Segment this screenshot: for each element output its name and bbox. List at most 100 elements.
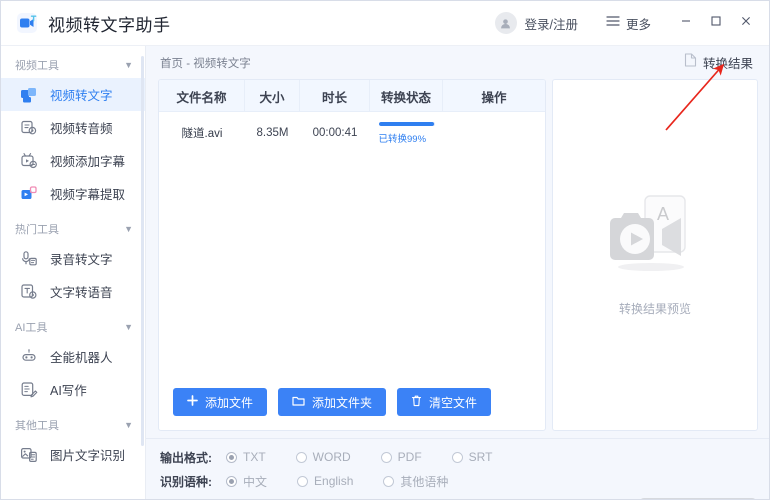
radio-language-english[interactable]: English	[297, 474, 353, 488]
breadcrumb-row: 首页 - 视频转文字 转换结果	[146, 46, 769, 79]
sidebar-item-label: 图片文字识别	[50, 449, 126, 463]
output-format-label: 输出格式:	[160, 450, 212, 465]
radio-dot-icon	[380, 451, 392, 463]
sidebar-item-robot[interactable]: 全能机器人	[1, 340, 145, 373]
language-label: 识别语种:	[160, 474, 212, 489]
audio-to-text-icon	[19, 249, 39, 269]
sidebar-scrollbar[interactable]	[141, 56, 144, 446]
cell-duration: 00:00:41	[312, 127, 358, 139]
conversion-result-link[interactable]: 转换结果	[684, 53, 753, 72]
radio-format-txt[interactable]: TXT	[226, 450, 266, 464]
options-area: 输出格式: TXT WORD PDF SRT 识别语种: 中文 English …	[146, 438, 769, 500]
chevron-down-icon: ▼	[124, 420, 133, 430]
titlebar-right-controls: 登录/注册 更多	[494, 1, 770, 46]
cell-action	[443, 112, 545, 154]
sidebar-item-video-to-text[interactable]: 视频转文字	[1, 78, 145, 111]
radio-scene-video-course[interactable]: 视频课程	[368, 497, 433, 500]
sidebar-group-popular-tools[interactable]: 热门工具 ▼	[1, 216, 145, 242]
progress-bar-fill	[378, 121, 434, 126]
radio-scene-ecommerce-ad[interactable]: 电商广告	[498, 497, 563, 500]
radio-label: TXT	[243, 450, 266, 464]
clear-files-button[interactable]: 清空文件	[397, 388, 492, 416]
table-row[interactable]: 隧道.avi 8.35M 00:00:41 已转换99%	[159, 112, 545, 154]
radio-scene-short-video[interactable]: 短视频	[303, 497, 356, 500]
chevron-down-icon: ▼	[124, 60, 133, 70]
robot-icon	[19, 347, 39, 367]
radio-format-pdf[interactable]: PDF	[380, 450, 422, 464]
sidebar-item-text-to-speech[interactable]: 文字转语音	[1, 275, 145, 308]
radio-label: 电影	[462, 497, 486, 500]
radio-dot-icon	[297, 475, 309, 487]
folder-icon	[292, 395, 305, 409]
output-format-row: 输出格式: TXT WORD PDF SRT	[160, 446, 769, 468]
sidebar: 视频工具 ▼ 视频转文字 视频转音频 视频添加字幕 视频字幕提取 热门工具 ▼ …	[1, 46, 146, 499]
radio-scene-news[interactable]: 新闻报道	[575, 497, 640, 500]
title-bar: 视频转文字助手 登录/注册 更多	[1, 1, 770, 46]
sidebar-item-image-ocr[interactable]: 图片文字识别	[1, 438, 145, 471]
user-avatar-icon	[494, 12, 517, 34]
add-folder-button[interactable]: 添加文件夹	[278, 388, 387, 416]
add-folder-label: 添加文件夹	[312, 395, 373, 410]
file-name-text: 隧道.avi	[181, 128, 223, 140]
more-label: 更多	[625, 17, 651, 32]
panels-area: 文件名称 大小 时长 转换状态 操作 隧道.avi 8.35M 00:00:41	[158, 79, 758, 431]
sidebar-item-label: 录音转文字	[50, 253, 113, 267]
progress-wrapper: 已转换99%	[378, 121, 435, 145]
sidebar-item-video-to-audio[interactable]: 视频转音频	[1, 111, 145, 144]
column-header-status: 转换状态	[370, 80, 443, 112]
radio-label: 短视频	[320, 497, 356, 500]
radio-format-word[interactable]: WORD	[295, 450, 351, 464]
app-logo-icon	[15, 11, 39, 35]
sidebar-item-label: 视频字幕提取	[50, 188, 126, 202]
radio-language-other[interactable]: 其他语种	[383, 473, 448, 490]
cell-filename: 隧道.avi	[159, 112, 245, 154]
progress-bar	[378, 121, 435, 126]
ai-writing-icon	[19, 380, 39, 400]
radio-scene-movie[interactable]: 电影	[445, 497, 486, 500]
radio-format-srt[interactable]: SRT	[451, 450, 492, 464]
radio-label: 电商广告	[515, 497, 563, 500]
cell-status: 已转换99%	[370, 112, 443, 154]
sidebar-item-audio-to-text[interactable]: 录音转文字	[1, 242, 145, 275]
account-label: 登录/注册	[524, 17, 578, 32]
sidebar-item-label: 文字转语音	[50, 286, 113, 300]
column-header-action: 操作	[481, 90, 507, 105]
sidebar-group-other-tools[interactable]: 其他工具 ▼	[1, 412, 145, 438]
document-icon	[684, 53, 697, 72]
cell-size: 8.35M	[256, 127, 289, 139]
close-button[interactable]	[731, 8, 761, 38]
more-button[interactable]: 更多	[606, 14, 651, 33]
radio-label: 视频课程	[385, 497, 433, 500]
radio-scene-general[interactable]: 通用场景	[226, 497, 291, 500]
add-file-button[interactable]: 添加文件	[173, 388, 268, 416]
radio-label: English	[314, 474, 354, 488]
video-document-placeholder-icon: A	[601, 194, 709, 286]
scene-row: 使用场景: 通用场景 短视频 视频课程 电影	[160, 494, 769, 500]
sidebar-item-video-add-subtitle[interactable]: 视频添加字幕	[1, 144, 145, 177]
video-add-subtitle-icon	[19, 151, 39, 171]
sidebar-group-video-tools[interactable]: 视频工具 ▼	[1, 52, 145, 78]
radio-label: 新闻报道	[592, 497, 640, 500]
radio-dot-icon	[295, 451, 307, 463]
maximize-icon	[710, 14, 722, 32]
video-to-text-icon	[19, 85, 39, 105]
sidebar-item-video-subtitle-extract[interactable]: 视频字幕提取	[1, 177, 145, 210]
breadcrumb: 首页 - 视频转文字	[160, 57, 251, 70]
sidebar-item-label: AI写作	[50, 384, 87, 398]
column-header-size: 大小	[245, 80, 300, 112]
sidebar-group-ai-tools[interactable]: AI工具 ▼	[1, 314, 145, 340]
result-preview-panel: A 转换结果预览	[552, 79, 758, 431]
scene-label: 使用场景:	[160, 497, 226, 500]
minimize-button[interactable]	[671, 8, 701, 38]
maximize-button[interactable]	[701, 8, 731, 38]
svg-text:A: A	[657, 204, 669, 224]
radio-language-chinese[interactable]: 中文	[226, 473, 267, 490]
sidebar-group-label: 热门工具	[15, 224, 59, 236]
chevron-down-icon: ▼	[124, 322, 133, 332]
preview-label: 转换结果预览	[618, 301, 691, 316]
sidebar-group-label: 其他工具	[15, 420, 59, 432]
trash-icon	[411, 395, 422, 410]
progress-status-text: 已转换99%	[378, 133, 427, 145]
sidebar-item-ai-writing[interactable]: AI写作	[1, 373, 145, 406]
account-button[interactable]: 登录/注册	[494, 12, 578, 34]
